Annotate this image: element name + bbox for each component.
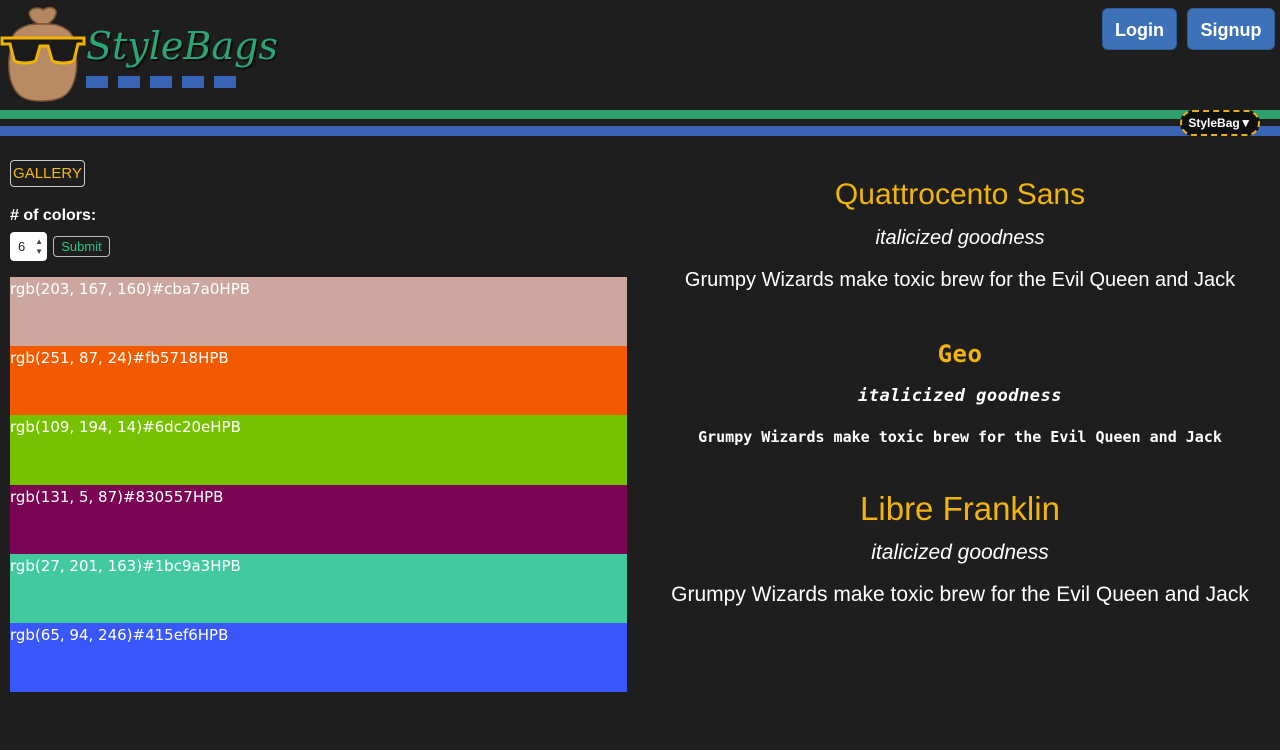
swatch-label: rgb(109, 194, 14)#6dc20eHPB: [10, 418, 241, 437]
font-italic-sample: italicized goodness: [871, 541, 1049, 564]
swatch-label: rgb(131, 5, 87)#830557HPB: [10, 487, 224, 506]
colors-count-label: # of colors:: [10, 207, 97, 224]
color-swatch[interactable]: rgb(109, 194, 14)#6dc20eHPB: [10, 415, 627, 485]
stylebag-menu-button[interactable]: StyleBag▼: [1180, 110, 1260, 136]
header-stripe-green: [0, 110, 1280, 119]
font-pangram-sample: Grumpy Wizards make toxic brew for the E…: [671, 583, 1249, 606]
swatch-label: rgb(203, 167, 160)#cba7a0HPB: [10, 280, 251, 298]
color-swatch[interactable]: rgb(251, 87, 24)#fb5718HPB: [10, 346, 627, 416]
swatch-label: rgb(27, 201, 163)#1bc9a3HPB: [10, 556, 241, 575]
logo-squares: [86, 76, 236, 90]
color-swatch[interactable]: rgb(131, 5, 87)#830557HPB: [10, 484, 627, 554]
swatch-label: rgb(65, 94, 246)#415ef6HPB: [10, 625, 229, 644]
gallery-button[interactable]: GALLERY: [10, 160, 85, 187]
header-stripe-blue: [0, 126, 1280, 136]
bag-with-sunglasses-icon: [0, 6, 86, 102]
logo-text: StyleBags: [86, 24, 278, 68]
font-pangram-sample: Grumpy Wizards make toxic brew for the E…: [698, 428, 1222, 446]
font-name-title: Libre Franklin: [860, 490, 1060, 527]
select-arrows-icon: ▲ ▼: [35, 237, 43, 256]
font-pangram-sample: Grumpy Wizards make toxic brew for the E…: [684, 269, 1236, 291]
font-italic-sample: italicized goodness: [875, 227, 1045, 249]
color-count-value: 6: [18, 239, 26, 254]
login-button[interactable]: Login: [1102, 8, 1177, 50]
color-swatch[interactable]: rgb(65, 94, 246)#415ef6HPB: [10, 622, 627, 693]
color-count-select[interactable]: 6 ▲ ▼: [10, 232, 47, 261]
color-swatch[interactable]: rgb(203, 167, 160)#cba7a0HPB: [10, 277, 627, 347]
font-name-title: Quattrocento Sans: [834, 178, 1086, 211]
submit-button[interactable]: Submit: [53, 236, 110, 257]
swatch-label: rgb(251, 87, 24)#fb5718HPB: [10, 349, 229, 368]
font-name-title: Geo: [937, 340, 983, 368]
color-swatches: rgb(203, 167, 160)#cba7a0HPB rgb(251, 87…: [10, 277, 627, 693]
color-swatch[interactable]: rgb(27, 201, 163)#1bc9a3HPB: [10, 553, 627, 623]
font-italic-sample: italicized goodness: [858, 386, 1062, 406]
top-bar: StyleBags Login Signup: [0, 0, 1280, 108]
stylebags-logo[interactable]: StyleBags: [0, 4, 278, 104]
signup-button[interactable]: Signup: [1187, 8, 1275, 50]
